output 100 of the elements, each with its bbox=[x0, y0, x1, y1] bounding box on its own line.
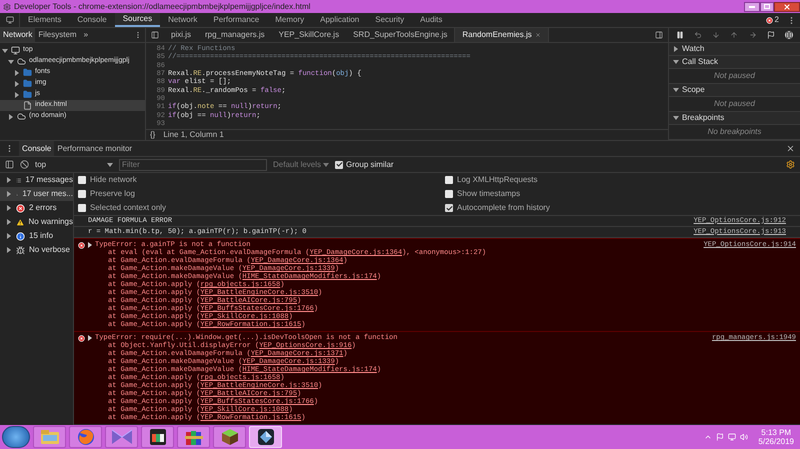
file-tab[interactable]: SRD_SuperToolsEngine.js bbox=[346, 28, 454, 42]
section-header[interactable]: Watch bbox=[669, 43, 800, 56]
cursor-position: Line 1, Column 1 bbox=[163, 129, 224, 141]
checkbox-label: Log XMLHttpRequests bbox=[457, 174, 538, 186]
sidebar-item[interactable]: 17 user mes... bbox=[0, 187, 73, 201]
close-button[interactable] bbox=[774, 2, 800, 12]
pretty-print-button[interactable]: {} bbox=[150, 129, 156, 141]
step-out-icon[interactable] bbox=[730, 31, 738, 39]
collapsed-arrow-icon[interactable] bbox=[14, 80, 20, 86]
close-tab-icon[interactable] bbox=[534, 32, 541, 38]
panel-tab[interactable]: Sources bbox=[114, 13, 160, 27]
cloud-icon bbox=[17, 57, 26, 66]
panel-tab[interactable]: Audits bbox=[412, 13, 450, 27]
deactivate-breakpoints-icon[interactable] bbox=[766, 31, 775, 39]
error-icon bbox=[78, 242, 85, 248]
sidebar-toggle-icon[interactable] bbox=[5, 160, 14, 169]
collapsed-arrow-icon[interactable] bbox=[673, 46, 679, 52]
folder-icon bbox=[23, 68, 32, 77]
close-icon[interactable] bbox=[786, 144, 795, 153]
more-tabs-button[interactable]: » bbox=[80, 29, 92, 41]
folder-icon bbox=[40, 429, 60, 445]
panel-tab[interactable]: Console bbox=[69, 13, 115, 27]
step-icon[interactable] bbox=[748, 31, 757, 39]
cube-icon bbox=[220, 428, 238, 446]
collapsed-arrow-icon[interactable] bbox=[6, 247, 12, 253]
expanded-arrow-icon[interactable] bbox=[323, 162, 330, 168]
panel-tab[interactable]: Elements bbox=[20, 13, 70, 27]
collapsed-arrow-icon[interactable] bbox=[87, 335, 93, 341]
panel-tab[interactable]: Network bbox=[160, 13, 206, 27]
pause-icon[interactable] bbox=[676, 31, 684, 39]
books-icon bbox=[184, 428, 204, 446]
settings-icon[interactable] bbox=[786, 160, 795, 169]
navigator-tab[interactable]: Network bbox=[0, 28, 36, 42]
collapsed-arrow-icon[interactable] bbox=[14, 70, 20, 76]
volume-icon[interactable] bbox=[740, 433, 748, 441]
collapsed-arrow-icon[interactable] bbox=[6, 177, 12, 183]
clear-icon[interactable] bbox=[20, 160, 29, 169]
context-select[interactable]: top bbox=[35, 158, 113, 170]
checkbox[interactable] bbox=[445, 204, 453, 212]
checkbox-label: Autocomplete from history bbox=[457, 202, 550, 214]
checkbox[interactable] bbox=[78, 204, 86, 212]
error-icon bbox=[766, 16, 773, 24]
collapsed-arrow-icon[interactable] bbox=[6, 205, 12, 211]
panel-tab[interactable]: Memory bbox=[267, 13, 312, 27]
collapsed-arrow-icon[interactable] bbox=[6, 233, 12, 239]
checkbox-label: Show timestamps bbox=[457, 188, 520, 200]
error-count[interactable]: 2 bbox=[774, 14, 779, 26]
checkbox[interactable] bbox=[445, 176, 453, 184]
file-tab[interactable]: YEP_SkillCore.js bbox=[272, 28, 346, 42]
section-header[interactable]: Scope bbox=[669, 84, 800, 97]
expanded-arrow-icon[interactable] bbox=[2, 48, 8, 54]
sidebar-item[interactable]: No verbose bbox=[0, 243, 73, 257]
expanded-arrow-icon[interactable] bbox=[673, 115, 679, 121]
section-title: Scope bbox=[682, 84, 705, 96]
empty-message: Not paused bbox=[714, 70, 755, 82]
panel-tab[interactable]: Performance bbox=[205, 13, 268, 27]
section-header[interactable]: Breakpoints bbox=[669, 112, 800, 125]
file-icon bbox=[23, 101, 32, 110]
flag-icon[interactable] bbox=[716, 433, 724, 441]
section-header[interactable]: Call Stack bbox=[669, 56, 800, 69]
checkbox-label: Group similar bbox=[346, 158, 394, 170]
collapsed-arrow-icon[interactable] bbox=[8, 114, 14, 120]
step-over-icon[interactable] bbox=[694, 31, 702, 39]
filter-field[interactable]: Filter bbox=[119, 158, 267, 170]
folder-icon bbox=[23, 79, 32, 88]
section-title: Call Stack bbox=[682, 56, 718, 68]
maximize-button[interactable] bbox=[760, 2, 774, 12]
start-button[interactable] bbox=[2, 426, 30, 448]
file-tab[interactable]: rpg_managers.js bbox=[198, 28, 272, 42]
sidebar-item[interactable]: 17 messages bbox=[0, 173, 73, 187]
collapsed-arrow-icon[interactable] bbox=[14, 92, 20, 98]
step-into-icon[interactable] bbox=[712, 31, 720, 39]
expanded-arrow-icon[interactable] bbox=[8, 58, 14, 64]
panel-tab[interactable]: Application bbox=[312, 13, 368, 27]
file-tab[interactable]: RandomEnemies.js bbox=[454, 28, 549, 42]
collapsed-arrow-icon[interactable] bbox=[6, 219, 12, 225]
sidebar-item[interactable]: No warnings bbox=[0, 215, 73, 229]
checkbox[interactable] bbox=[445, 190, 453, 198]
pause-on-exceptions-icon[interactable] bbox=[784, 31, 793, 39]
file-tab[interactable]: pixi.js bbox=[164, 28, 198, 42]
drawer-tab[interactable]: Console bbox=[19, 141, 54, 156]
tray-expand-icon[interactable] bbox=[704, 433, 712, 441]
expanded-arrow-icon[interactable] bbox=[107, 162, 113, 168]
taskbar-app[interactable] bbox=[141, 426, 174, 448]
checkbox[interactable] bbox=[78, 176, 86, 184]
bug-icon bbox=[16, 246, 25, 254]
checkbox[interactable] bbox=[78, 190, 86, 198]
warning-icon bbox=[16, 218, 25, 226]
panel-tab[interactable]: Security bbox=[367, 13, 412, 27]
sidebar-item[interactable]: 15 info bbox=[0, 229, 73, 243]
navigator-tab[interactable]: Filesystem bbox=[35, 28, 80, 42]
checkbox-label: Hide network bbox=[90, 174, 137, 186]
expanded-arrow-icon[interactable] bbox=[673, 87, 679, 93]
collapsed-arrow-icon[interactable] bbox=[87, 242, 93, 248]
minimize-button[interactable] bbox=[744, 2, 760, 12]
diamond-icon bbox=[256, 428, 274, 446]
expanded-arrow-icon[interactable] bbox=[673, 59, 679, 65]
drawer-tab[interactable]: Performance monitor bbox=[54, 141, 136, 156]
sidebar-item[interactable]: 2 errors bbox=[0, 201, 73, 215]
checkbox[interactable] bbox=[335, 160, 344, 168]
